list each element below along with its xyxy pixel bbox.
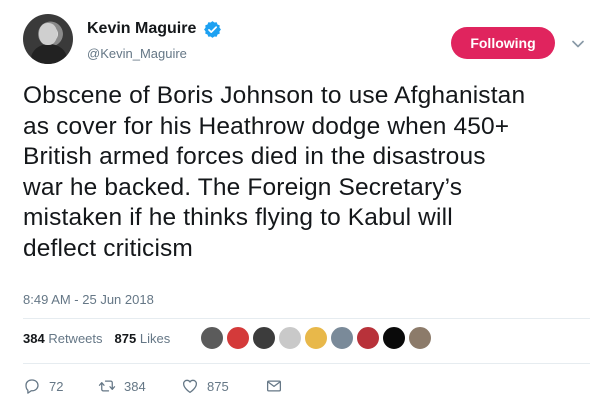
heart-icon <box>182 379 198 394</box>
liker-avatar-8[interactable] <box>382 326 406 350</box>
retweet-icon <box>98 380 116 392</box>
envelope-icon <box>266 380 282 392</box>
tweet-line: deflect criticism <box>23 234 193 262</box>
liker-avatar-4[interactable] <box>278 326 302 350</box>
user-handle[interactable]: @Kevin_Maguire <box>87 46 187 61</box>
tweet-line: British armed forces died in the disastr… <box>23 143 486 170</box>
display-name[interactable]: Kevin Maguire <box>87 20 196 38</box>
liker-avatar-9[interactable] <box>408 326 432 350</box>
reply-button[interactable]: 72 <box>23 377 98 395</box>
direct-message-button[interactable] <box>265 377 283 395</box>
liker-avatar-2[interactable] <box>226 326 250 350</box>
likes-label: Likes <box>139 331 171 346</box>
retweets-label: Retweets <box>48 331 103 346</box>
tweet-line: war he backed. The Foreign Secretary’s <box>23 173 463 201</box>
tweet-line: as cover for his Heathrow dodge when 450… <box>23 112 510 140</box>
retweets-stat[interactable]: 384 Retweets <box>23 331 103 346</box>
liker-avatar-6[interactable] <box>330 326 354 350</box>
tweet-line: mistaken if he thinks flying to Kabul wi… <box>23 204 453 231</box>
tweet-actions: 72 384 875 <box>23 377 283 395</box>
avatar-face <box>39 23 57 45</box>
tweet-stats: 384 Retweets 875 Likes <box>23 331 170 346</box>
divider <box>23 363 590 364</box>
verified-badge-icon <box>204 21 221 38</box>
liker-avatar-1[interactable] <box>200 326 224 350</box>
liker-avatar-5[interactable] <box>304 326 328 350</box>
likes-count: 875 <box>114 331 137 346</box>
following-button[interactable]: Following <box>451 27 555 59</box>
like-button[interactable]: 875 <box>181 377 265 395</box>
like-count: 875 <box>207 378 229 394</box>
liker-avatar-7[interactable] <box>356 326 380 350</box>
chevron-down-icon[interactable] <box>572 40 584 48</box>
reply-count: 72 <box>49 378 64 394</box>
avatar-shoulders <box>31 44 67 64</box>
liker-avatar-3[interactable] <box>252 326 276 350</box>
avatar[interactable] <box>23 14 73 64</box>
tweet-timestamp[interactable]: 8:49 AM - 25 Jun 2018 <box>23 292 154 307</box>
likes-stat[interactable]: 875 Likes <box>115 331 171 346</box>
retweets-count: 384 <box>23 331 45 346</box>
tweet-line: Obscene of Boris Johnson to use Afghanis… <box>23 82 526 109</box>
retweet-count: 384 <box>124 378 146 394</box>
reply-icon <box>25 379 39 394</box>
tweet-text: Obscene of Boris Johnson to use Afghanis… <box>23 81 588 264</box>
divider <box>23 318 590 319</box>
retweet-button[interactable]: 384 <box>98 377 181 395</box>
likers-list <box>200 326 432 350</box>
